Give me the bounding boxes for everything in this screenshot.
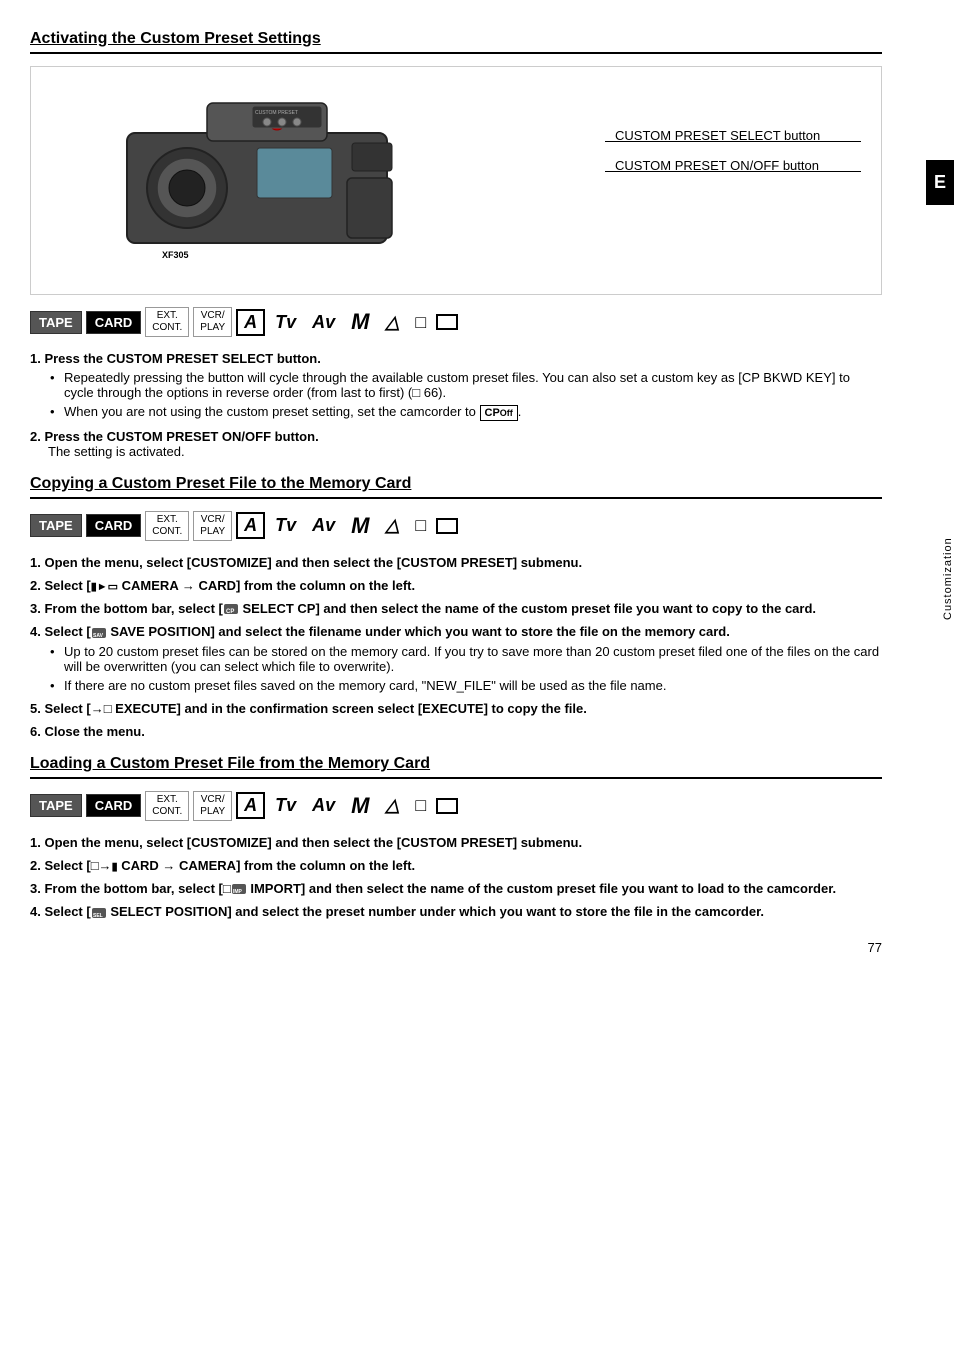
copy-step2: 2. Select [▮►▭ CAMERA → CARD] from the c… <box>30 578 415 593</box>
copy-step5: 5. Select [→□ EXECUTE] and in the confir… <box>30 701 587 716</box>
copy-step3: 3. From the bottom bar, select [CP SELEC… <box>30 601 816 616</box>
ext-label-1: EXT.CONT. <box>145 307 189 337</box>
icon-m-1: M <box>345 307 375 337</box>
side-tab-e: E <box>926 160 954 205</box>
copy-step6: 6. Close the menu. <box>30 724 145 739</box>
activating-step-2: 2. Press the CUSTOM PRESET ON/OFF button… <box>30 429 882 459</box>
icon-av-2: Av <box>306 513 341 538</box>
mode-bar-2: TAPE CARD EXT.CONT. VCR/PLAY A Tv Av M △… <box>30 511 882 541</box>
icon-sq-1 <box>436 314 458 330</box>
copying-step-6: 6. Close the menu. <box>30 724 882 739</box>
load-step4: 4. Select [SEL SELECT POSITION] and sele… <box>30 904 764 919</box>
step1-bullets: Repeatedly pressing the button will cycl… <box>50 370 882 421</box>
icon-scene-2: △ <box>379 513 405 538</box>
icon-scene-3: △ <box>379 793 405 818</box>
activating-steps: 1. Press the CUSTOM PRESET SELECT button… <box>30 351 882 459</box>
loading-step-4: 4. Select [SEL SELECT POSITION] and sele… <box>30 904 882 920</box>
mode-bar-1: TAPE CARD EXT.CONT. VCR/PLAY A Tv Av M △… <box>30 307 882 337</box>
section-title-copying: Copying a Custom Preset File to the Memo… <box>30 475 882 499</box>
svg-text:CP: CP <box>226 609 234 615</box>
tape-label-2: TAPE <box>30 514 82 537</box>
select-cp-icon: CP <box>223 602 239 616</box>
camera-svg: CUSTOM PRESET XF305 <box>107 93 437 263</box>
section-title-loading: Loading a Custom Preset File from the Me… <box>30 755 882 779</box>
cpoff-badge: CPOff <box>480 405 518 421</box>
svg-text:IMP: IMP <box>233 889 243 895</box>
copying-step-2: 2. Select [▮►▭ CAMERA → CARD] from the c… <box>30 578 882 593</box>
copying-step-4: 4. Select [SAV SAVE POSITION] and select… <box>30 624 882 693</box>
copy-step1: 1. Open the menu, select [CUSTOMIZE] and… <box>30 555 582 570</box>
svg-text:CUSTOM PRESET: CUSTOM PRESET <box>255 110 298 116</box>
bullet-1-2: When you are not using the custom preset… <box>50 404 882 421</box>
loading-step-3: 3. From the bottom bar, select [□IMP IMP… <box>30 881 882 897</box>
icon-mic-1: □ <box>409 310 432 335</box>
section-title-activating: Activating the Custom Preset Settings <box>30 30 882 54</box>
copying-step-1: 1. Open the menu, select [CUSTOMIZE] and… <box>30 555 882 570</box>
copy-step4-bullets: Up to 20 custom preset files can be stor… <box>50 644 882 693</box>
icon-scene-1: △ <box>379 310 405 335</box>
ext-label-2: EXT.CONT. <box>145 511 189 541</box>
load-step3: 3. From the bottom bar, select [□IMP IMP… <box>30 881 836 896</box>
icon-m-2: M <box>345 511 375 541</box>
icon-mic-2: □ <box>409 513 432 538</box>
ext-label-3: EXT.CONT. <box>145 791 189 821</box>
icon-sq-3 <box>436 798 458 814</box>
svg-text:XF305: XF305 <box>162 250 189 260</box>
activating-step-1: 1. Press the CUSTOM PRESET SELECT button… <box>30 351 882 421</box>
copying-step-3: 3. From the bottom bar, select [CP SELEC… <box>30 601 882 617</box>
vcr-label-3: VCR/PLAY <box>193 791 232 821</box>
icon-tv-2: Tv <box>269 513 302 538</box>
icon-m-3: M <box>345 791 375 821</box>
svg-text:SEL: SEL <box>93 913 103 919</box>
svg-text:SAV: SAV <box>93 633 104 639</box>
tape-label-1: TAPE <box>30 311 82 334</box>
page-number: 77 <box>30 940 882 955</box>
copy-bullet-4-1: Up to 20 custom preset files can be stor… <box>50 644 882 674</box>
mode-bar-3: TAPE CARD EXT.CONT. VCR/PLAY A Tv Av M △… <box>30 791 882 821</box>
icon-a-3: A <box>236 792 265 819</box>
import-icon: IMP <box>231 882 247 896</box>
card-label-2: CARD <box>86 514 142 537</box>
card-label-1: CARD <box>86 311 142 334</box>
load-step2: 2. Select [□→▮ CARD → CAMERA] from the c… <box>30 858 415 873</box>
callout-select: CUSTOM PRESET SELECT button <box>615 128 820 143</box>
copy-bullet-4-2: If there are no custom preset files save… <box>50 678 882 693</box>
step2-sub: The setting is activated. <box>30 444 185 459</box>
loading-step-2: 2. Select [□→▮ CARD → CAMERA] from the c… <box>30 858 882 873</box>
vcr-label-1: VCR/PLAY <box>193 307 232 337</box>
vcr-label-2: VCR/PLAY <box>193 511 232 541</box>
camera-illustration: CUSTOM PRESET XF305 CUSTO <box>30 66 882 295</box>
select-pos-icon: SEL <box>91 906 107 920</box>
tape-label-3: TAPE <box>30 794 82 817</box>
icon-mic-3: □ <box>409 793 432 818</box>
icon-tv-1: Tv <box>269 310 302 335</box>
copying-steps: 1. Open the menu, select [CUSTOMIZE] and… <box>30 555 882 739</box>
step1-label: 1. Press the CUSTOM PRESET SELECT button… <box>30 351 321 366</box>
icon-av-3: Av <box>306 793 341 818</box>
copying-step-5: 5. Select [→□ EXECUTE] and in the confir… <box>30 701 882 716</box>
bullet-1-1: Repeatedly pressing the button will cycl… <box>50 370 882 400</box>
callout-onoff: CUSTOM PRESET ON/OFF button <box>615 158 819 173</box>
customization-side-label: Customization <box>942 500 954 620</box>
card-label-3: CARD <box>86 794 142 817</box>
loading-step-1: 1. Open the menu, select [CUSTOMIZE] and… <box>30 835 882 850</box>
icon-tv-3: Tv <box>269 793 302 818</box>
step2-label: 2. Press the CUSTOM PRESET ON/OFF button… <box>30 429 319 444</box>
save-pos-icon: SAV <box>91 626 107 640</box>
loading-steps: 1. Open the menu, select [CUSTOMIZE] and… <box>30 835 882 920</box>
icon-av-1: Av <box>306 310 341 335</box>
icon-a-1: A <box>236 309 265 336</box>
copy-step4: 4. Select [SAV SAVE POSITION] and select… <box>30 624 730 639</box>
icon-sq-2 <box>436 518 458 534</box>
icon-a-2: A <box>236 512 265 539</box>
load-step1: 1. Open the menu, select [CUSTOMIZE] and… <box>30 835 582 850</box>
